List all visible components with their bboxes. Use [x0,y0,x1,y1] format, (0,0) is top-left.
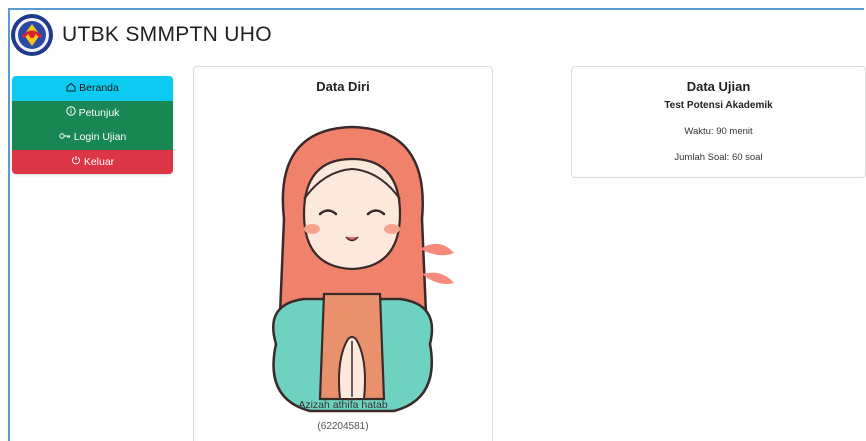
menu-item-label: Beranda [79,82,119,95]
user-id: (62204581) [317,421,369,432]
exam-card-title: Data Ujian [686,79,751,94]
menu-item-label: Petunjuk [78,106,120,119]
menu-item-label: Keluar [83,155,115,168]
profile-card: Data Diri Azizah athifa hatab (62204581) [193,66,493,441]
menu-item-petunjuk[interactable]: Petunjuk [12,100,173,125]
app-title: UTBK SMMPTN UHO [62,23,272,46]
profile-card-title: Data Diri [316,79,370,94]
avatar [271,125,454,413]
power-icon [71,155,81,168]
app-header: UTBK SMMPTN UHO [10,12,272,58]
menu-item-keluar[interactable]: Keluar [12,149,173,174]
exam-duration: Waktu: 90 menit [684,126,753,137]
menu-item-label: Login Ujian [73,131,127,144]
menu-item-login-ujian[interactable]: Login Ujian [12,125,173,150]
user-name: Azizah athifa hatab [298,399,388,411]
home-icon [66,82,76,95]
info-icon [65,106,76,119]
test-name: Test Potensi Akademik [664,100,773,111]
sidebar-menu: Beranda Petunjuk Login Ujian Keluar [12,76,173,174]
exam-question-count: Jumlah Soal: 60 soal [674,152,763,163]
key-icon [59,132,71,143]
university-seal-icon [11,14,53,56]
exam-card: Data Ujian Test Potensi Akademik Waktu: … [571,66,866,178]
menu-item-beranda[interactable]: Beranda [12,76,173,101]
